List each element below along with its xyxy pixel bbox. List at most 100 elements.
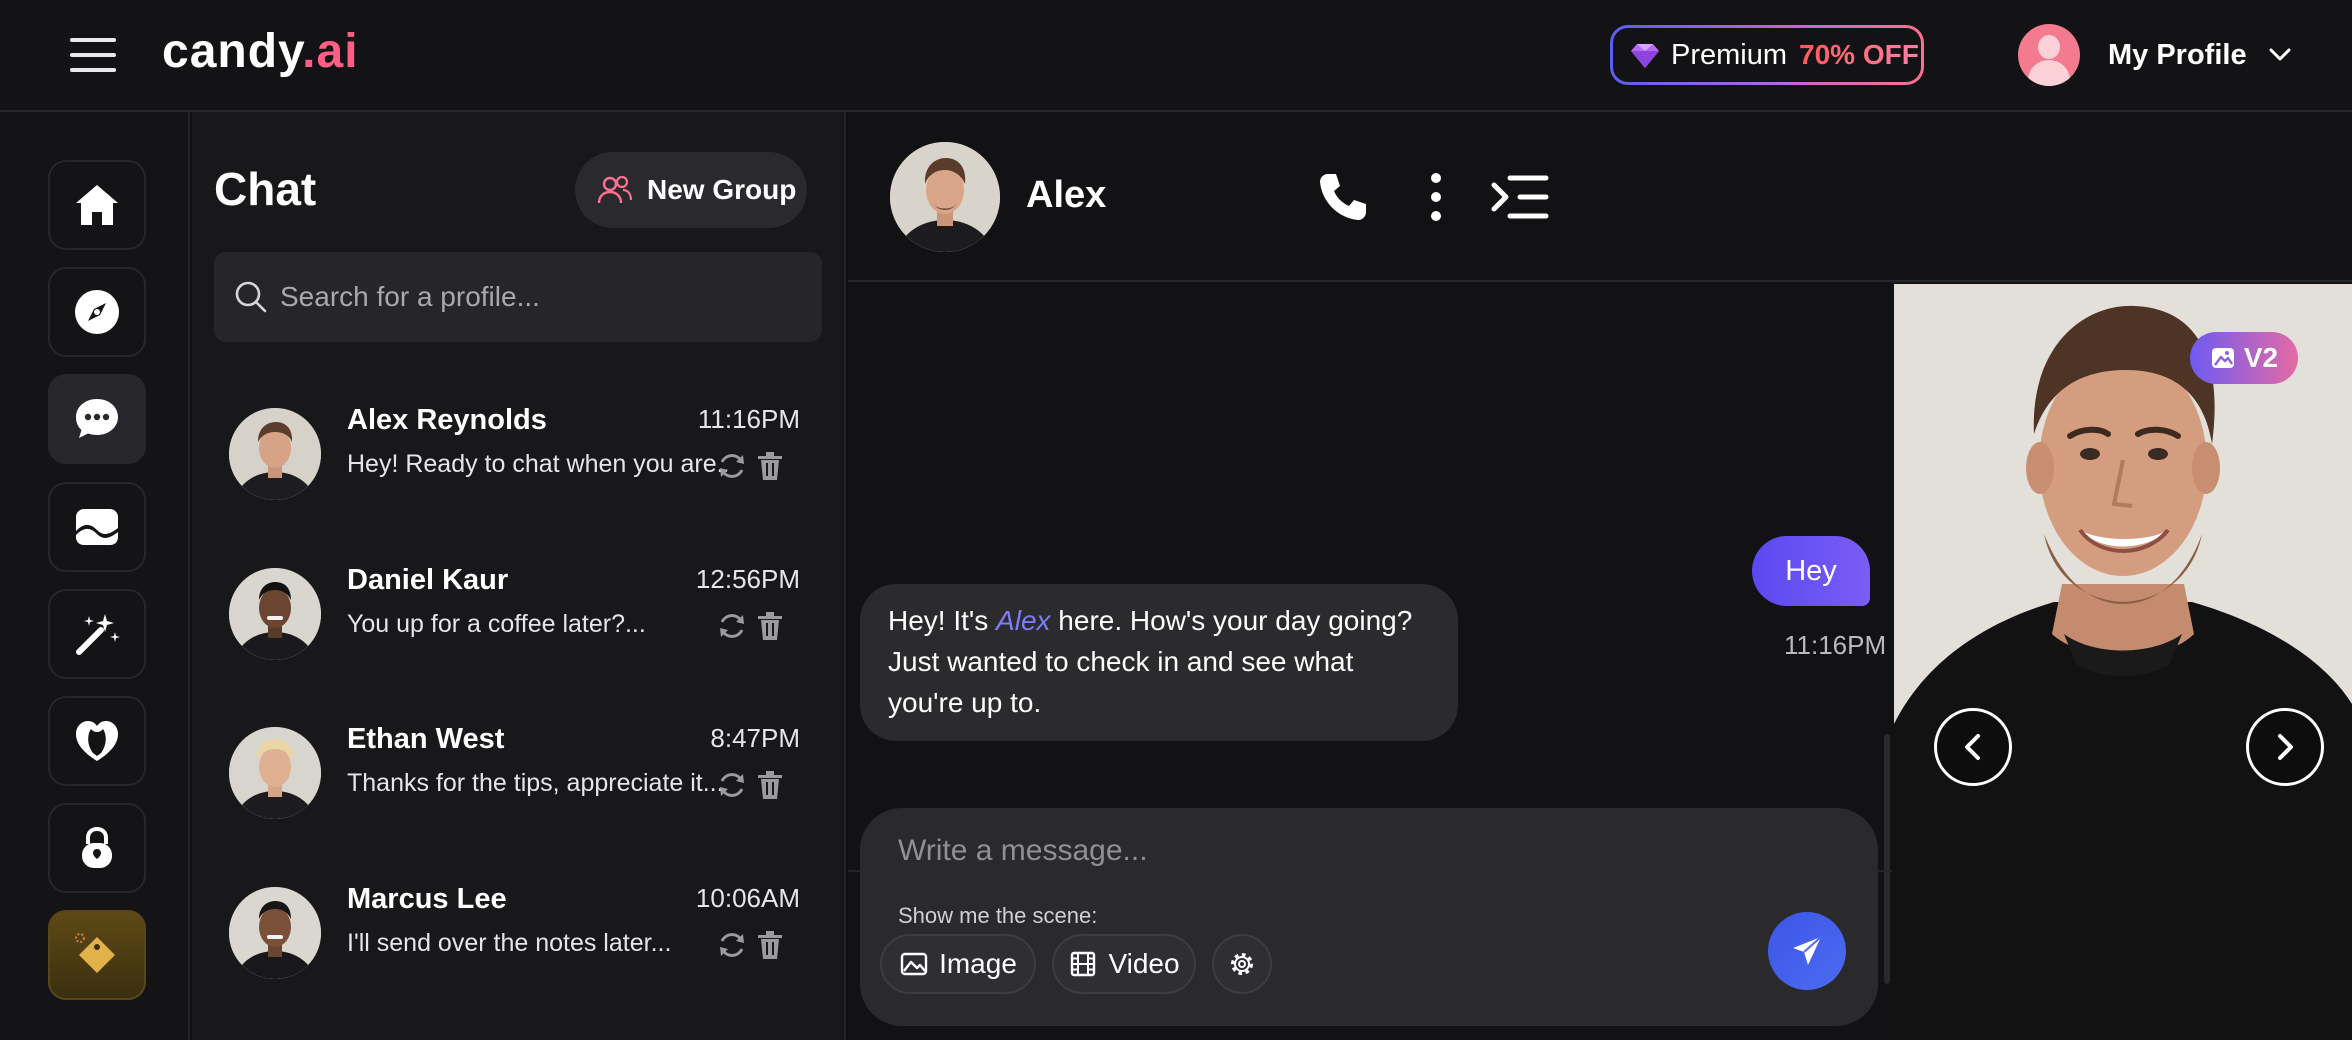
contact-preview: Hey! Ready to chat when you are... bbox=[347, 450, 727, 478]
chevron-left-icon bbox=[1965, 734, 1980, 760]
nav-gallery[interactable] bbox=[48, 482, 146, 572]
logo[interactable]: candy.ai bbox=[162, 24, 359, 79]
magic-wand-icon bbox=[76, 614, 120, 655]
premium-button[interactable]: Premium 70% OFF bbox=[1610, 25, 1924, 85]
group-icon bbox=[597, 175, 633, 204]
collapse-panel-icon[interactable] bbox=[1490, 170, 1550, 224]
contact-preview: Thanks for the tips, appreciate it... bbox=[347, 769, 724, 797]
message-composer: Show me the scene: Image Video bbox=[860, 808, 1878, 1026]
message-time: 11:16PM bbox=[1784, 630, 1887, 660]
nav-premium[interactable] bbox=[48, 910, 146, 1000]
premium-button-inner: Premium 70% OFF bbox=[1613, 28, 1921, 82]
contact-name: Marcus Lee bbox=[347, 883, 507, 915]
logo-accent: .ai bbox=[302, 25, 359, 78]
conversation-panel: Alex Hey 11:16PM Hey! It's Alex here. Ho… bbox=[848, 112, 2352, 1040]
more-vertical-icon[interactable] bbox=[1424, 170, 1448, 224]
video-label: Video bbox=[1108, 948, 1180, 979]
home-icon bbox=[76, 185, 118, 225]
avatar bbox=[2018, 24, 2080, 86]
character-portrait bbox=[1894, 284, 2352, 1040]
message-list: Hey 11:16PM Hey! It's Alex here. How's y… bbox=[848, 284, 1890, 984]
character-photo: V2 bbox=[1894, 284, 2352, 1040]
incoming-message: Hey! It's Alex here. How's your day goin… bbox=[860, 584, 1458, 741]
contact-name: Daniel Kaur bbox=[347, 564, 509, 596]
message-highlight: Alex bbox=[996, 605, 1051, 636]
new-group-label: New Group bbox=[647, 174, 797, 205]
nav-chat[interactable] bbox=[48, 374, 146, 464]
chat-bubble-icon bbox=[76, 399, 118, 438]
search-box bbox=[214, 252, 822, 342]
trash-icon[interactable] bbox=[756, 450, 784, 482]
version-label: V2 bbox=[2243, 342, 2279, 373]
trash-icon[interactable] bbox=[756, 929, 784, 961]
film-icon bbox=[1071, 951, 1096, 977]
avatar bbox=[229, 568, 321, 660]
lock-icon bbox=[82, 826, 112, 868]
scene-label: Show me the scene: bbox=[898, 903, 1098, 928]
contact-preview: I'll send over the notes later... bbox=[347, 929, 672, 957]
top-bar: candy.ai Premium 70% OFF My Profile bbox=[0, 0, 2352, 112]
outgoing-message: Hey bbox=[1752, 536, 1870, 606]
avatar[interactable] bbox=[890, 142, 1000, 252]
nav-private[interactable] bbox=[48, 803, 146, 893]
logo-text: candy bbox=[162, 25, 303, 78]
premium-discount: 70% OFF bbox=[1799, 39, 1919, 70]
phone-icon[interactable] bbox=[1316, 170, 1370, 224]
message-text: Hey! It's bbox=[888, 605, 997, 636]
refresh-icon[interactable] bbox=[716, 929, 748, 961]
contact-time: 10:06AM bbox=[695, 883, 800, 913]
conversation-header: Alex bbox=[848, 112, 2352, 282]
trash-icon[interactable] bbox=[756, 610, 784, 642]
nav-create[interactable] bbox=[48, 589, 146, 679]
image-icon bbox=[2211, 348, 2234, 368]
chat-list-item[interactable]: Alex Reynolds 11:16PM Hey! Ready to chat… bbox=[214, 398, 822, 518]
chevron-down-icon bbox=[2269, 48, 2291, 61]
image-icon bbox=[900, 952, 928, 976]
chevron-right-icon bbox=[2278, 734, 2293, 760]
profile-menu[interactable]: My Profile bbox=[2018, 24, 2291, 86]
profile-label: My Profile bbox=[2108, 38, 2247, 71]
contact-name: Alex Reynolds bbox=[347, 404, 547, 436]
heart-face-icon bbox=[76, 721, 118, 761]
nav-home[interactable] bbox=[48, 160, 146, 250]
nav-my-ai[interactable] bbox=[48, 696, 146, 786]
contact-time: 12:56PM bbox=[695, 564, 800, 594]
image-button[interactable]: Image bbox=[880, 934, 1036, 994]
avatar bbox=[229, 727, 321, 819]
chat-list-item[interactable]: Daniel Kaur 12:56PM You up for a coffee … bbox=[214, 558, 822, 678]
contact-time: 11:16PM bbox=[697, 404, 800, 434]
video-button[interactable]: Video bbox=[1052, 934, 1196, 994]
menu-icon[interactable] bbox=[70, 38, 116, 72]
compass-icon bbox=[75, 290, 119, 334]
trash-icon[interactable] bbox=[756, 769, 784, 801]
image-label: Image bbox=[939, 948, 1017, 979]
refresh-icon[interactable] bbox=[716, 769, 748, 801]
refresh-icon[interactable] bbox=[716, 450, 748, 482]
gear-icon bbox=[1231, 953, 1253, 975]
chat-list-panel: Chat New Group Alex Reynolds 11:16PM Hey… bbox=[192, 112, 846, 1040]
send-button[interactable] bbox=[1768, 912, 1846, 990]
scrollbar[interactable] bbox=[1884, 734, 1890, 984]
contact-preview: You up for a coffee later?... bbox=[347, 610, 646, 638]
version-badge[interactable]: V2 bbox=[2190, 332, 2298, 384]
settings-button[interactable] bbox=[1212, 934, 1272, 994]
premium-label: Premium bbox=[1671, 38, 1788, 71]
message-input[interactable] bbox=[898, 834, 1598, 868]
new-group-button[interactable]: New Group bbox=[575, 152, 807, 228]
contact-name: Ethan West bbox=[347, 723, 505, 755]
avatar bbox=[229, 887, 321, 979]
contact-time: 8:47PM bbox=[710, 723, 800, 753]
search-input[interactable] bbox=[280, 281, 800, 313]
tag-icon bbox=[75, 933, 115, 973]
refresh-icon[interactable] bbox=[716, 610, 748, 642]
chat-list-item[interactable]: Ethan West 8:47PM Thanks for the tips, a… bbox=[214, 717, 822, 837]
gem-icon bbox=[1631, 44, 1659, 68]
nav-explore[interactable] bbox=[48, 267, 146, 357]
conversation-name: Alex bbox=[1026, 174, 1107, 216]
chat-list-item[interactable]: Marcus Lee 10:06AM I'll send over the no… bbox=[214, 877, 822, 997]
next-image-button[interactable] bbox=[2246, 708, 2324, 786]
previous-image-button[interactable] bbox=[1934, 708, 2012, 786]
search-icon bbox=[235, 281, 267, 313]
avatar bbox=[229, 408, 321, 500]
nav-rail bbox=[0, 112, 190, 1040]
